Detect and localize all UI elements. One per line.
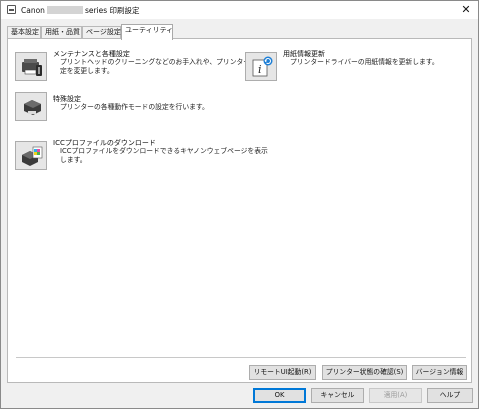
icc-download-icon: [22, 146, 43, 166]
maintenance-desc-line2: 定を変更します。: [60, 67, 114, 75]
help-button[interactable]: ヘルプ: [427, 388, 473, 403]
remote-ui-button[interactable]: リモートUI起動(R): [249, 365, 316, 380]
special-settings-description: プリンターの各種動作モードの設定を行います。: [60, 103, 209, 112]
printer-app-icon: [7, 5, 16, 14]
special-settings-button[interactable]: [15, 92, 47, 121]
media-info-update-description: プリンタードライバーの用紙情報を更新します。: [290, 58, 439, 67]
title-bar: Canon series 印刷設定 ✕: [1, 1, 478, 19]
ok-button[interactable]: OK: [253, 388, 306, 403]
version-info-button[interactable]: バージョン情報: [412, 365, 467, 380]
window-title: Canon series 印刷設定: [21, 5, 140, 16]
print-settings-window: Canon series 印刷設定 ✕ 基本設定 用紙・品質 ページ設定 ユーティ…: [0, 0, 479, 409]
redacted-model-name: [46, 6, 83, 14]
maintenance-button[interactable]: [15, 52, 47, 81]
printer-special-settings-icon: [24, 100, 41, 115]
maintenance-description: プリントヘッドのクリーニングなどのお手入れや、プリンターの設 定を変更します。: [60, 58, 264, 76]
window-title-suffix: series 印刷設定: [84, 6, 140, 15]
window-title-prefix: Canon: [21, 6, 45, 15]
tab-utility[interactable]: ユーティリティ: [121, 24, 173, 40]
printer-status-button[interactable]: プリンター状態の確認(S): [322, 365, 407, 380]
cancel-button[interactable]: キャンセル: [311, 388, 364, 403]
icc-profile-download-description: ICCプロファイルをダウンロードできるキヤノンウェブページを表示 します。: [60, 147, 268, 165]
separator-line: [16, 357, 466, 358]
icc-profile-download-desc-line1: ICCプロファイルをダウンロードできるキヤノンウェブページを表示: [60, 147, 268, 155]
svg-text:i: i: [258, 63, 262, 76]
media-info-update-button[interactable]: i: [245, 52, 277, 81]
utility-panel: メンテナンスと各種設定 プリントヘッドのクリーニングなどのお手入れや、プリンター…: [7, 38, 472, 383]
close-icon: ✕: [461, 3, 471, 16]
info-update-icon: i: [252, 56, 273, 77]
apply-button[interactable]: 適用(A): [369, 388, 422, 403]
maintenance-desc-line1: プリントヘッドのクリーニングなどのお手入れや、プリンターの設: [60, 58, 264, 66]
icc-profile-download-desc-line2: します。: [60, 156, 87, 164]
close-button[interactable]: ✕: [458, 2, 474, 17]
icc-profile-download-button[interactable]: [15, 141, 47, 170]
media-info-update-desc-line1: プリンタードライバーの用紙情報を更新します。: [290, 58, 439, 66]
printer-maintenance-icon: [22, 59, 42, 76]
special-settings-desc-line1: プリンターの各種動作モードの設定を行います。: [60, 103, 209, 111]
